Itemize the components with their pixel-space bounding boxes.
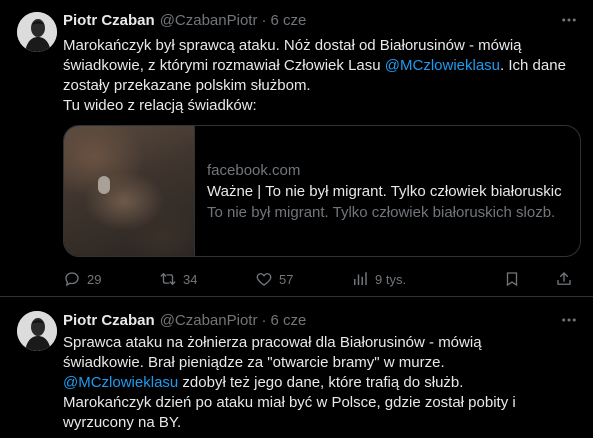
text-segment: świadkowie. Brał pieniądze za "otwarcie … bbox=[63, 354, 445, 371]
reply-icon bbox=[65, 272, 79, 287]
retweet-icon bbox=[160, 273, 176, 285]
views-count: 9 tys. bbox=[375, 271, 407, 287]
author-handle[interactable]: @CzabanPiotr bbox=[160, 12, 258, 29]
tweet-text-line: wyrzucony na BY. bbox=[63, 413, 583, 433]
tweet[interactable]: Piotr Czaban @CzabanPiotr · 6 cze Sprawc… bbox=[0, 297, 593, 438]
thumbnail-detail bbox=[98, 176, 110, 194]
retweet-button[interactable]: 34 bbox=[159, 270, 197, 288]
like-button[interactable]: 57 bbox=[255, 270, 293, 288]
tweet-text-line: świadkowie. Brał pieniądze za "otwarcie … bbox=[63, 353, 583, 373]
text-segment: świadkowie, z którymi rozmawiał Człowiek… bbox=[63, 57, 385, 74]
tweet-text-line: zostały przekazane polskim służbom. bbox=[63, 76, 583, 96]
views-button[interactable]: 9 tys. bbox=[351, 270, 406, 288]
more-horizontal-icon bbox=[562, 18, 576, 22]
tweet-text-line: @MCzlowieklasu zdobył też jego dane, któ… bbox=[63, 373, 583, 393]
more-options-button[interactable] bbox=[559, 310, 579, 330]
retweet-count: 34 bbox=[183, 271, 198, 287]
card-title: Ważne | To nie był migrant. Tylko człowi… bbox=[207, 182, 562, 200]
text-segment: . Ich dane bbox=[500, 57, 566, 74]
text-segment: Marokańczyk dzień po ataku miał być w Po… bbox=[63, 394, 516, 411]
views-chart-icon bbox=[354, 272, 367, 285]
tweet-text: Sprawca ataku na żołnierza pracował dla … bbox=[63, 333, 583, 433]
author-handle[interactable]: @CzabanPiotr bbox=[160, 312, 258, 329]
separator-dot: · bbox=[261, 11, 267, 29]
text-segment: zostały przekazane polskim służbom. bbox=[63, 77, 311, 94]
timestamp[interactable]: 6 cze bbox=[270, 12, 306, 29]
text-segment: wyrzucony na BY. bbox=[63, 414, 182, 431]
reply-count: 29 bbox=[87, 271, 102, 287]
text-segment: Marokańczyk był sprawcą ataku. Nóż dosta… bbox=[63, 37, 522, 54]
tweet-text-line: Sprawca ataku na żołnierza pracował dla … bbox=[63, 333, 583, 353]
avatar[interactable] bbox=[17, 12, 57, 52]
card-thumbnail bbox=[64, 126, 195, 256]
card-body: facebook.com Ważne | To nie był migrant.… bbox=[195, 126, 562, 256]
bookmark-button[interactable] bbox=[503, 270, 527, 288]
text-segment: Tu wideo z relacją świadków: bbox=[63, 97, 257, 114]
more-horizontal-icon bbox=[562, 318, 576, 322]
mention-link[interactable]: @MCzlowieklasu bbox=[63, 374, 178, 391]
text-segment: zdobył też jego dane, które trafią do sł… bbox=[178, 374, 464, 391]
tweet-text-line: Tu wideo z relacją świadków: bbox=[63, 96, 583, 116]
heart-icon bbox=[256, 273, 272, 286]
link-preview-card[interactable]: facebook.com Ważne | To nie był migrant.… bbox=[63, 125, 581, 257]
mention-link[interactable]: @MCzlowieklasu bbox=[385, 57, 500, 74]
timestamp[interactable]: 6 cze bbox=[270, 312, 306, 329]
share-button[interactable] bbox=[555, 270, 579, 288]
tweet[interactable]: Piotr Czaban @CzabanPiotr · 6 cze Maroka… bbox=[0, 0, 593, 297]
avatar[interactable] bbox=[17, 311, 57, 351]
tweet-text: Marokańczyk był sprawcą ataku. Nóż dosta… bbox=[63, 36, 583, 116]
card-description: To nie był migrant. Tylko człowiek biało… bbox=[207, 203, 556, 221]
text-segment: Sprawca ataku na żołnierza pracował dla … bbox=[63, 334, 482, 351]
tweet-text-line: świadkowie, z którymi rozmawiał Człowiek… bbox=[63, 56, 583, 76]
tweet-header: Piotr Czaban @CzabanPiotr · 6 cze bbox=[63, 10, 306, 30]
author-name[interactable]: Piotr Czaban bbox=[63, 12, 155, 29]
tweet-text-line: Marokańczyk był sprawcą ataku. Nóż dosta… bbox=[63, 36, 583, 56]
separator-dot: · bbox=[261, 311, 267, 329]
author-name[interactable]: Piotr Czaban bbox=[63, 312, 155, 329]
card-domain: facebook.com bbox=[207, 161, 301, 179]
reply-button[interactable]: 29 bbox=[63, 270, 101, 288]
tweet-header: Piotr Czaban @CzabanPiotr · 6 cze bbox=[63, 310, 306, 330]
tweet-actions: 29 34 57 9 tys. bbox=[63, 268, 579, 290]
tweet-text-line: Marokańczyk dzień po ataku miał być w Po… bbox=[63, 393, 583, 413]
like-count: 57 bbox=[279, 271, 294, 287]
bookmark-icon bbox=[506, 272, 518, 287]
share-icon bbox=[557, 272, 571, 285]
more-options-button[interactable] bbox=[559, 10, 579, 30]
